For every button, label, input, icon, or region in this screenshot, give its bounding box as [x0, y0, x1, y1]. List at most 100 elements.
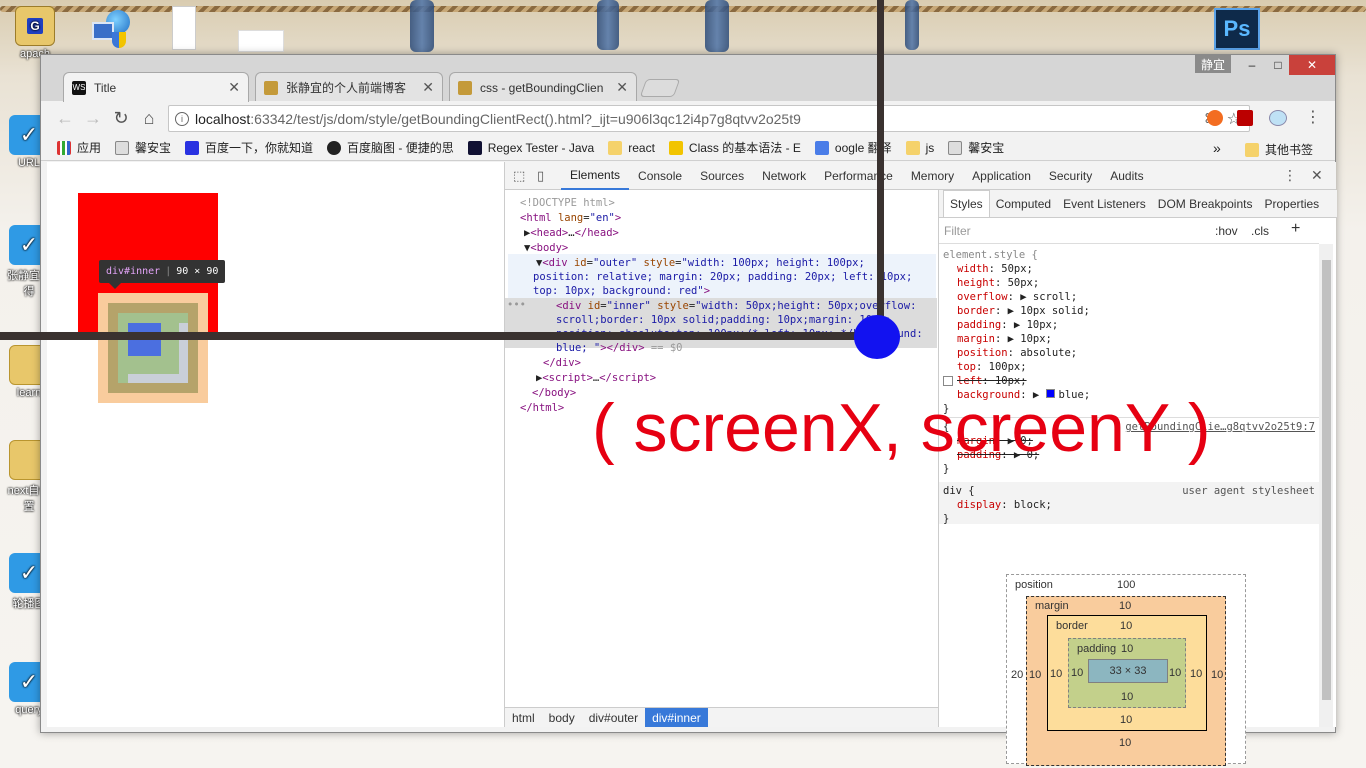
tab-properties[interactable]: Properties [1258, 190, 1325, 217]
box-content[interactable]: 33 × 33 [1088, 659, 1168, 683]
style-prop[interactable]: top: 100px; [943, 360, 1315, 374]
tab-application[interactable]: Application [963, 162, 1040, 190]
document-thumbnail[interactable] [172, 6, 196, 50]
style-prop[interactable]: width: 50px; [943, 262, 1315, 276]
tab-title[interactable]: WS Title ✕ [63, 72, 249, 102]
tab-performance[interactable]: Performance [815, 162, 902, 190]
box-border[interactable]: border 10 10 10 10 padding 10 10 10 10 3… [1047, 615, 1207, 731]
expand-shorthand-icon[interactable]: ▶ [1020, 291, 1033, 303]
style-prop[interactable]: padding: ▶ 10px; [943, 318, 1315, 332]
photoshop-icon[interactable]: Ps [1214, 8, 1260, 50]
style-prop[interactable]: position: absolute; [943, 346, 1315, 360]
bookmark-xinanbao[interactable]: 馨安宝 [115, 139, 171, 156]
inner-scrollbar-horizontal[interactable] [128, 374, 179, 383]
dom-node-html[interactable]: <html lang="en"> [520, 211, 621, 226]
desktop-icon-apache[interactable]: G apach [10, 6, 60, 60]
box-padding-left[interactable]: 10 [1071, 667, 1083, 679]
cls-toggle[interactable]: .cls [1251, 224, 1269, 238]
home-button[interactable]: ⌂ [137, 107, 161, 129]
crumb-html[interactable]: html [505, 708, 542, 727]
dom-doctype[interactable]: <!DOCTYPE html> [520, 196, 615, 211]
crumb-body[interactable]: body [542, 708, 582, 727]
disable-prop-checkbox[interactable] [943, 376, 953, 386]
dom-node-inner[interactable]: <div id="inner" style="width: 50px;heigh… [556, 299, 916, 314]
expand-shorthand-icon[interactable]: ▶ [1008, 305, 1021, 317]
close-tab-icon[interactable]: ✕ [228, 79, 240, 96]
bookmark-js[interactable]: js [905, 140, 934, 155]
box-border-top[interactable]: 10 [1120, 620, 1132, 632]
box-position-top[interactable]: 100 [1117, 579, 1135, 591]
styles-scrollbar-thumb[interactable] [1322, 260, 1331, 700]
box-margin-right[interactable]: 10 [1211, 669, 1223, 681]
dom-node-script[interactable]: ▶<script>…</script> [536, 371, 656, 386]
bookmark-react[interactable]: react [608, 140, 655, 155]
close-window-button[interactable]: ✕ [1289, 55, 1335, 75]
box-position-left[interactable]: 20 [1011, 669, 1023, 681]
box-padding[interactable]: padding 10 10 10 10 33 × 33 [1068, 638, 1186, 708]
bookmark-apps[interactable]: 应用 [57, 139, 101, 156]
new-tab-button[interactable] [639, 79, 681, 97]
tab-sources[interactable]: Sources [691, 162, 753, 190]
tab-event-listeners[interactable]: Event Listeners [1057, 190, 1152, 217]
document-thumbnail[interactable] [238, 30, 284, 52]
dom-node-outer[interactable]: ▼<div id="outer" style="width: 100px; he… [536, 256, 865, 271]
box-border-right[interactable]: 10 [1190, 668, 1202, 680]
tab-blog[interactable]: 张静宜的个人前端博客 ✕ [255, 72, 443, 102]
dom-close-html[interactable]: </html> [520, 401, 564, 416]
bookmark-es-class[interactable]: Class 的基本语法 - E [668, 139, 801, 156]
extension-icon[interactable] [1207, 110, 1223, 126]
bookmark-regex[interactable]: Regex Tester - Java [467, 140, 594, 155]
bookmark-baidu[interactable]: 百度一下，你就知道 [185, 139, 313, 156]
tab-dom-breakpoints[interactable]: DOM Breakpoints [1152, 190, 1259, 217]
info-icon[interactable]: i [175, 111, 189, 126]
device-toolbar-icon[interactable]: ▯ [531, 168, 561, 184]
menu-icon[interactable]: ⋮ [1305, 107, 1321, 127]
bookmark-other[interactable]: 其他书签 [1245, 141, 1313, 158]
crumb-outer[interactable]: div#outer [582, 708, 645, 727]
forward-button[interactable]: → [81, 107, 105, 129]
tab-computed[interactable]: Computed [990, 190, 1057, 217]
bookmark-xinanbao-2[interactable]: 馨安宝 [948, 139, 1004, 156]
style-prop[interactable]: left: 10px; [943, 374, 1315, 388]
box-margin-left[interactable]: 10 [1029, 669, 1041, 681]
close-tab-icon[interactable]: ✕ [616, 79, 628, 96]
dom-node-head[interactable]: ▶<head>…</head> [524, 226, 619, 241]
bookmark-naotu[interactable]: 百度脑图 - 便捷的思 [327, 139, 454, 156]
style-prop[interactable]: height: 50px; [943, 276, 1315, 290]
back-button[interactable]: ← [53, 107, 77, 129]
box-border-left[interactable]: 10 [1050, 668, 1062, 680]
expand-shorthand-icon[interactable]: ▶ [1014, 319, 1027, 331]
style-prop[interactable]: margin: ▶ 10px; [943, 332, 1315, 346]
tab-styles[interactable]: Styles [943, 190, 990, 217]
tab-css[interactable]: css - getBoundingClien ✕ [449, 72, 637, 102]
add-rule-icon[interactable]: + [1291, 220, 1300, 238]
close-devtools-icon[interactable]: ✕ [1311, 167, 1323, 184]
tab-elements[interactable]: Elements [561, 162, 630, 190]
cloud-extension-icon[interactable] [1269, 110, 1287, 126]
box-border-bottom[interactable]: 10 [1120, 714, 1132, 726]
user-profile-badge[interactable]: 静宜 [1195, 55, 1232, 73]
box-margin-top[interactable]: 10 [1119, 600, 1131, 612]
dom-close-div[interactable]: </div> [543, 356, 581, 371]
expand-shorthand-icon[interactable]: ▶ [1008, 333, 1021, 345]
tab-security[interactable]: Security [1040, 162, 1101, 190]
bookmarks-more-button[interactable]: » [1213, 140, 1221, 156]
pdf-extension-icon[interactable] [1237, 110, 1253, 126]
styles-filter[interactable]: Filter :hov .cls + [939, 218, 1319, 244]
address-bar[interactable]: i localhost:63342/test/js/dom/style/getB… [168, 105, 1250, 132]
style-prop[interactable]: display: block; [943, 498, 1315, 512]
style-prop[interactable]: border: ▶ 10px solid; [943, 304, 1315, 318]
box-padding-bottom[interactable]: 10 [1121, 691, 1133, 703]
box-padding-top[interactable]: 10 [1121, 643, 1133, 655]
tab-audits[interactable]: Audits [1101, 162, 1152, 190]
reload-button[interactable]: ↻ [109, 107, 133, 129]
inspect-element-icon[interactable]: ⬚ [505, 168, 531, 184]
box-margin[interactable]: margin 10 10 10 10 border 10 10 10 10 pa… [1026, 596, 1226, 766]
network-globe-icon[interactable] [92, 10, 134, 52]
box-padding-right[interactable]: 10 [1169, 667, 1181, 679]
dom-close-body[interactable]: </body> [532, 386, 576, 401]
crumb-inner[interactable]: div#inner [645, 708, 708, 727]
box-margin-bottom[interactable]: 10 [1119, 737, 1131, 749]
close-tab-icon[interactable]: ✕ [422, 79, 434, 96]
devtools-menu-icon[interactable]: ⋮ [1283, 167, 1297, 184]
